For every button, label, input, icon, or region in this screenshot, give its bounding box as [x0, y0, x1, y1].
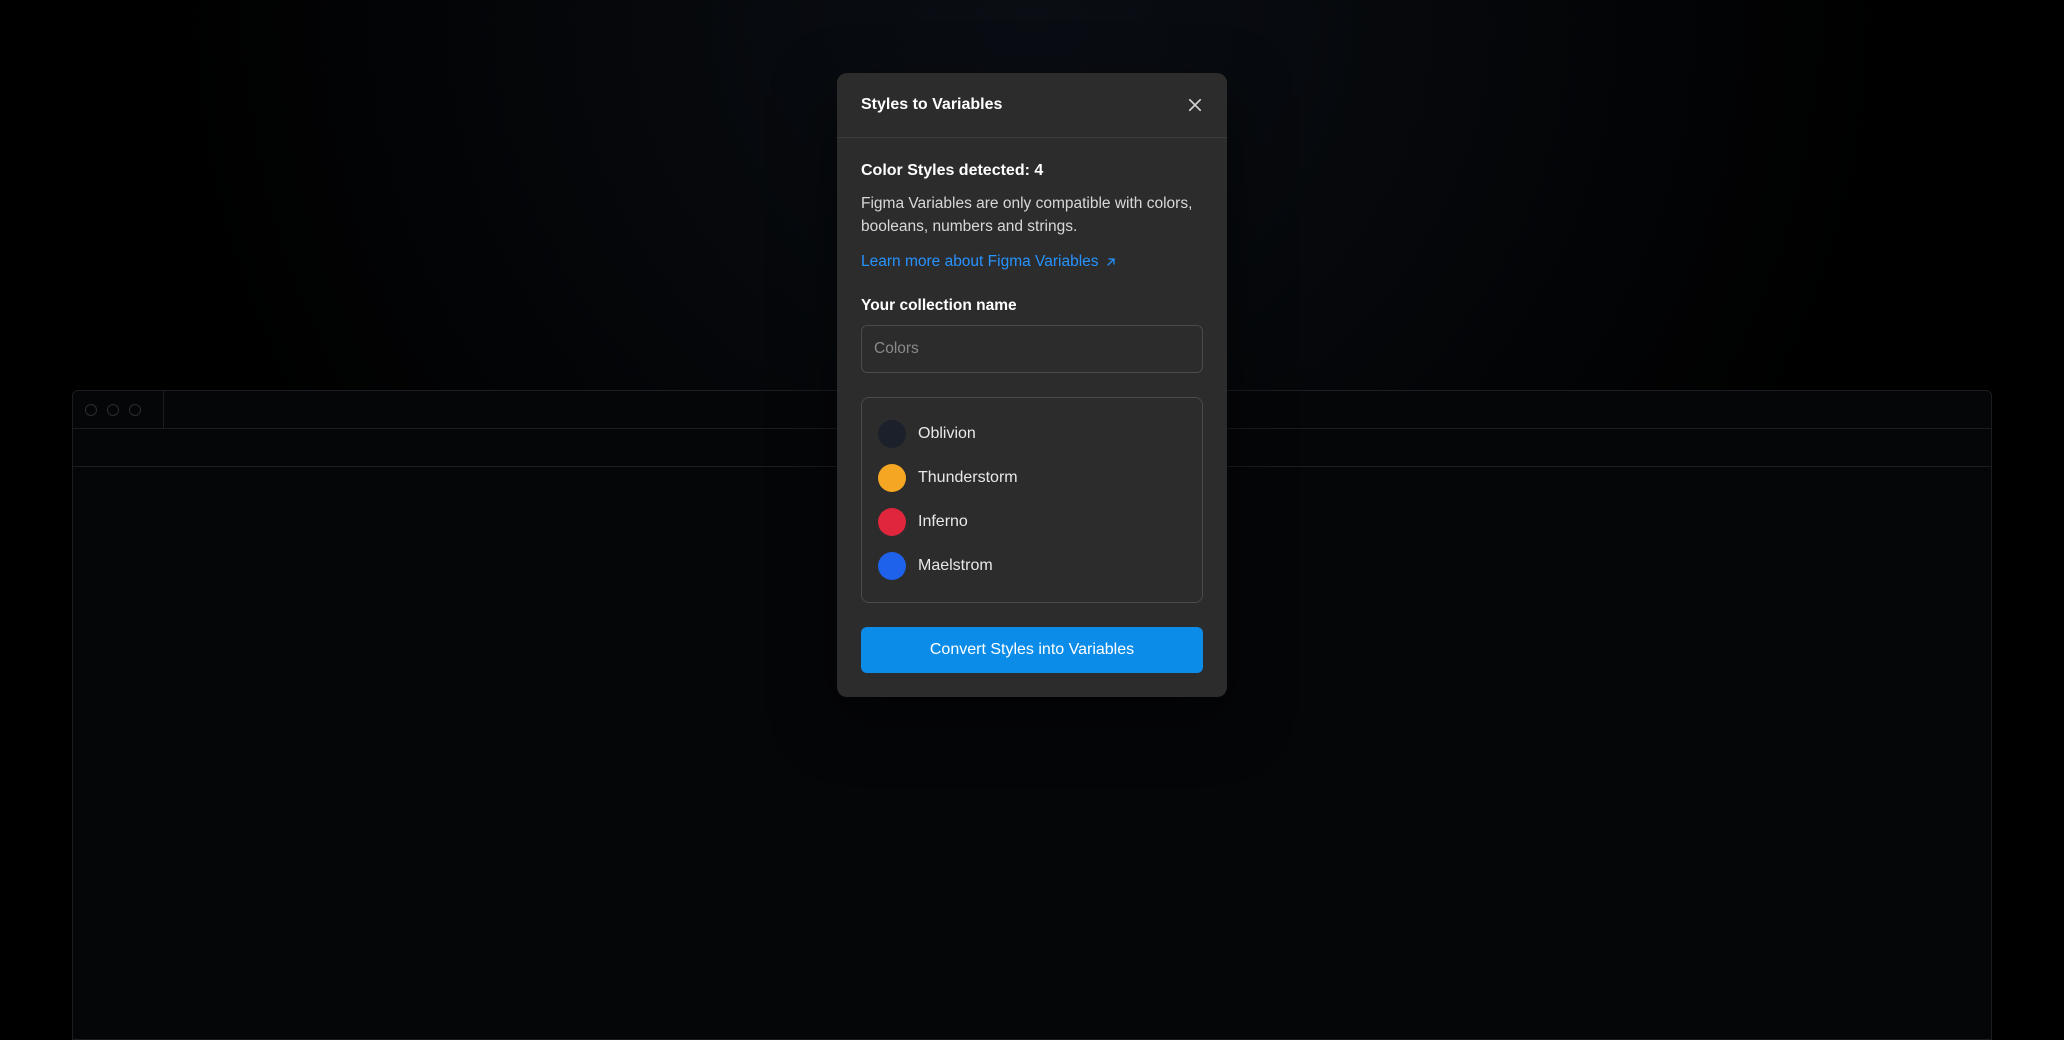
detected-label: Color Styles detected: — [861, 162, 1030, 179]
traffic-lights — [85, 404, 163, 416]
color-styles-list: Oblivion Thunderstorm Inferno Maelstrom — [861, 397, 1203, 603]
learn-more-text: Learn more about Figma Variables — [861, 253, 1099, 271]
traffic-light-close-icon — [85, 404, 97, 416]
color-swatch-icon — [878, 420, 906, 448]
list-item: Thunderstorm — [876, 456, 1188, 500]
styles-to-variables-dialog: Styles to Variables Color Styles detecte… — [837, 73, 1227, 697]
color-name-label: Thunderstorm — [918, 469, 1018, 487]
color-swatch-icon — [878, 464, 906, 492]
close-icon — [1186, 96, 1204, 114]
titlebar-separator — [163, 391, 164, 428]
close-button[interactable] — [1181, 91, 1209, 119]
color-name-label: Maelstrom — [918, 557, 993, 575]
convert-button[interactable]: Convert Styles into Variables — [861, 627, 1203, 673]
color-swatch-icon — [878, 508, 906, 536]
traffic-light-minimize-icon — [107, 404, 119, 416]
list-item: Inferno — [876, 500, 1188, 544]
compatibility-description: Figma Variables are only compatible with… — [861, 192, 1203, 239]
list-item: Maelstrom — [876, 544, 1188, 588]
dialog-title: Styles to Variables — [861, 96, 1002, 114]
color-name-label: Oblivion — [918, 425, 976, 443]
color-name-label: Inferno — [918, 513, 968, 531]
collection-name-label: Your collection name — [861, 297, 1203, 315]
detected-count: 4 — [1034, 162, 1043, 179]
external-link-icon — [1105, 256, 1117, 268]
dialog-body: Color Styles detected: 4 Figma Variables… — [837, 138, 1227, 697]
learn-more-link[interactable]: Learn more about Figma Variables — [861, 253, 1117, 271]
traffic-light-zoom-icon — [129, 404, 141, 416]
dialog-header: Styles to Variables — [837, 73, 1227, 138]
detected-heading: Color Styles detected: 4 — [861, 162, 1203, 180]
color-swatch-icon — [878, 552, 906, 580]
collection-name-input[interactable] — [861, 325, 1203, 373]
list-item: Oblivion — [876, 412, 1188, 456]
